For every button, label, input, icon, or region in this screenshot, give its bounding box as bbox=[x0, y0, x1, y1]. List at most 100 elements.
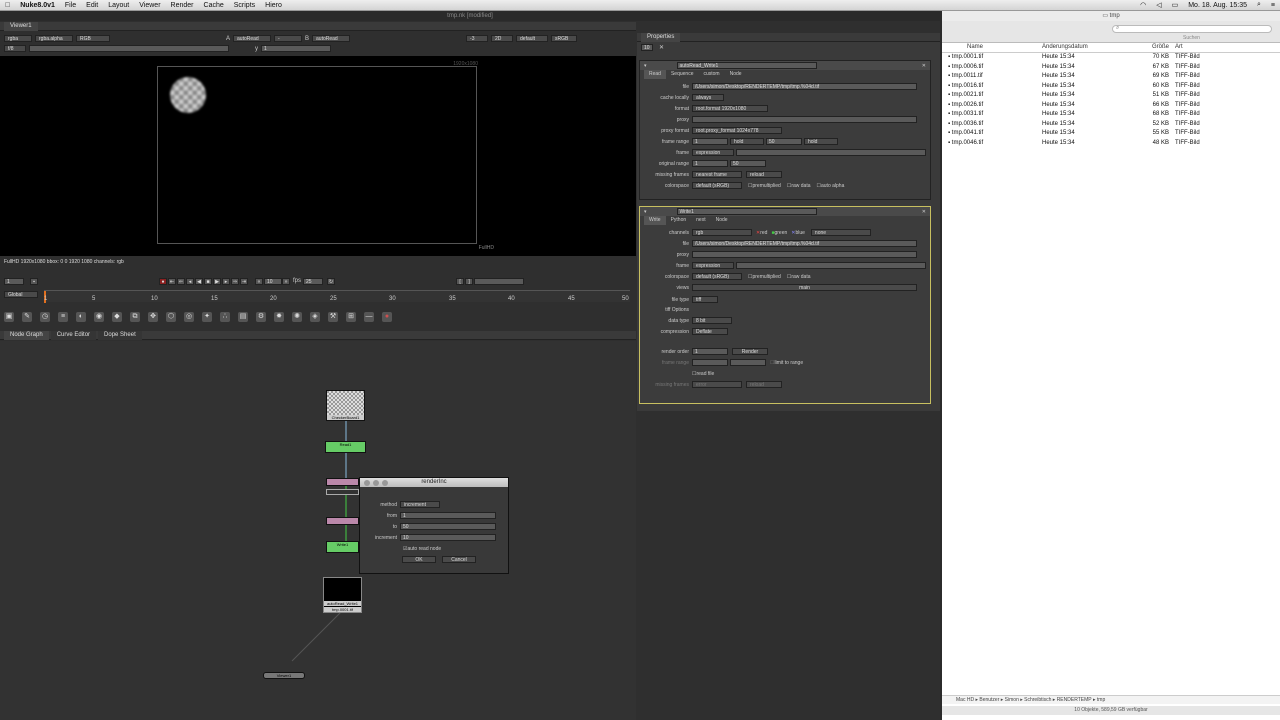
column-size[interactable]: Größe bbox=[1137, 44, 1175, 50]
render-button[interactable]: Render bbox=[732, 348, 768, 355]
lut-dropdown[interactable]: default bbox=[516, 35, 549, 42]
next-frame-icon[interactable]: ▸ bbox=[222, 277, 230, 285]
tab-node[interactable]: Node bbox=[711, 216, 733, 225]
after-dropdown[interactable]: hold bbox=[804, 138, 838, 145]
range-end-field[interactable]: 50 bbox=[766, 138, 802, 145]
render-order-field[interactable]: 1 bbox=[692, 348, 728, 355]
increment-field[interactable]: 10 bbox=[400, 534, 496, 541]
close-icon[interactable]: ✕ bbox=[922, 63, 926, 69]
loop-icon[interactable]: ↻ bbox=[327, 277, 336, 285]
file-type-dropdown[interactable]: tiff bbox=[692, 296, 718, 303]
frame-range-end-field[interactable] bbox=[730, 359, 766, 366]
proxy-format-dropdown[interactable]: root.proxy_format 1024x778 bbox=[692, 127, 782, 134]
before-dropdown[interactable]: hold bbox=[730, 138, 764, 145]
stop-icon[interactable]: ■ bbox=[204, 277, 212, 285]
transform-icon[interactable]: ✥ bbox=[148, 312, 158, 322]
tab-properties[interactable]: Properties bbox=[641, 32, 681, 42]
wifi-icon[interactable]: ◠ bbox=[1140, 1, 1146, 9]
b-input-dropdown[interactable]: autoRead bbox=[312, 35, 351, 42]
node-graph[interactable]: CheckerBoard1 Read1 Write1 autoRead_Writ… bbox=[0, 341, 636, 720]
read-node[interactable]: Read1 bbox=[325, 441, 366, 453]
plugins-icon[interactable]: ◈ bbox=[310, 312, 320, 322]
more-icon[interactable]: ⊞ bbox=[346, 312, 356, 322]
minimize-window-icon[interactable] bbox=[373, 480, 379, 486]
path-item[interactable]: Benutzer bbox=[979, 697, 999, 703]
timeline-track[interactable]: 1 5 10 15 20 25 30 35 40 45 50 bbox=[44, 290, 630, 303]
next-key-icon[interactable]: ⇒ bbox=[231, 277, 239, 285]
draw-icon[interactable]: ✎ bbox=[22, 312, 32, 322]
viewer-canvas[interactable]: 1920x1080 FullHD bbox=[0, 56, 636, 256]
other-icon[interactable]: ⚙ bbox=[256, 312, 266, 322]
time-icon[interactable]: ◷ bbox=[40, 312, 50, 322]
tab-viewer[interactable]: Viewer1 bbox=[4, 21, 38, 31]
close-window-icon[interactable] bbox=[364, 480, 370, 486]
frame-dropdown[interactable]: f/8 bbox=[4, 45, 26, 52]
alpha-dropdown[interactable]: rgba.alpha bbox=[35, 35, 73, 42]
particles-icon[interactable]: ∴ bbox=[220, 312, 230, 322]
tab-read[interactable]: Read bbox=[644, 70, 666, 79]
skip-forward-icon[interactable]: » bbox=[282, 277, 290, 285]
prev-frame-icon[interactable]: ◂ bbox=[186, 277, 194, 285]
play-back-icon[interactable]: ◀ bbox=[195, 277, 203, 285]
toolsets-icon[interactable]: ▤ bbox=[238, 312, 248, 322]
last-frame-icon[interactable]: ⇥ bbox=[240, 277, 248, 285]
viewer-scrub-field[interactable] bbox=[29, 45, 229, 52]
disabled-node[interactable] bbox=[326, 489, 359, 495]
apple-icon[interactable]:  bbox=[5, 2, 10, 9]
proxy-field[interactable] bbox=[692, 251, 917, 258]
views-icon[interactable]: ◎ bbox=[184, 312, 194, 322]
missing-frames-dropdown[interactable]: nearest frame bbox=[692, 171, 742, 178]
orig-end-field[interactable]: 50 bbox=[730, 160, 766, 167]
tab-custom[interactable]: custom bbox=[698, 70, 724, 79]
record-icon[interactable]: ● bbox=[159, 277, 167, 285]
write-file-field[interactable]: /Users/simon/Desktop/RENDERTEMP/tmp/tmp.… bbox=[692, 240, 917, 247]
missing-frames-dropdown[interactable]: error bbox=[692, 381, 742, 388]
search-input[interactable] bbox=[1112, 25, 1272, 33]
menu-cache[interactable]: Cache bbox=[204, 2, 224, 9]
node-pink-2[interactable] bbox=[326, 517, 359, 525]
menu-layout[interactable]: Layout bbox=[108, 2, 129, 9]
tab-node[interactable]: Node bbox=[725, 70, 747, 79]
file-row[interactable]: ▪ tmp.0046.tif Heute 15:34 48 KB TIFF-Bild bbox=[942, 138, 1280, 148]
column-kind[interactable]: Art bbox=[1175, 44, 1183, 50]
viewer-node[interactable]: Viewer1 bbox=[263, 672, 305, 679]
collapse-icon[interactable]: ▾ bbox=[644, 63, 647, 69]
to-field[interactable]: 50 bbox=[400, 523, 496, 530]
merge-icon[interactable]: ⧉ bbox=[130, 312, 140, 322]
file-row[interactable]: ▪ tmp.0006.tif Heute 15:34 67 KB TIFF-Bild bbox=[942, 62, 1280, 72]
read-node-name[interactable]: autoRead_Write1 bbox=[676, 62, 817, 69]
furnace-icon[interactable]: ✸ bbox=[274, 312, 284, 322]
range-start-field[interactable]: 1 bbox=[692, 138, 728, 145]
ok-button[interactable]: OK bbox=[402, 556, 436, 563]
metadata-icon[interactable]: ✦ bbox=[202, 312, 212, 322]
menu-edit[interactable]: Edit bbox=[86, 2, 98, 9]
menu-scripts[interactable]: Scripts bbox=[234, 2, 255, 9]
reload-button[interactable]: reload bbox=[746, 381, 782, 388]
file-row[interactable]: ▪ tmp.0026.tif Heute 15:34 66 KB TIFF-Bild bbox=[942, 100, 1280, 110]
volume-icon[interactable]: ◁ bbox=[1156, 1, 1161, 9]
clear-panels-icon[interactable]: ✕ bbox=[659, 44, 664, 51]
prev-key-icon[interactable]: ⇐ bbox=[177, 277, 185, 285]
colorspace-dropdown[interactable]: sRGB bbox=[551, 35, 578, 42]
app-menu[interactable]: Nuke8.0v1 bbox=[20, 2, 55, 9]
tab-write[interactable]: Write bbox=[644, 216, 666, 225]
cancel-button[interactable]: Cancel bbox=[442, 556, 476, 563]
frame-field[interactable] bbox=[736, 262, 926, 269]
tab-dope-sheet[interactable]: Dope Sheet bbox=[98, 330, 142, 340]
menu-hiero[interactable]: Hiero bbox=[265, 2, 282, 9]
menu-viewer[interactable]: Viewer bbox=[139, 2, 160, 9]
frame-mode-dropdown[interactable]: expression bbox=[692, 149, 734, 156]
frame-mode-dropdown[interactable]: expression bbox=[692, 262, 734, 269]
file-row[interactable]: ▪ tmp.0041.tif Heute 15:34 55 KB TIFF-Bild bbox=[942, 129, 1280, 139]
file-row[interactable]: ▪ tmp.0021.tif Heute 15:34 51 KB TIFF-Bild bbox=[942, 91, 1280, 101]
range-field[interactable] bbox=[474, 277, 525, 285]
keyer-icon[interactable]: ◆ bbox=[112, 312, 122, 322]
compression-dropdown[interactable]: Deflate bbox=[692, 328, 728, 335]
spotlight-icon[interactable]: ⌕ bbox=[1257, 1, 1261, 9]
path-item[interactable]: Mac HD bbox=[956, 697, 974, 703]
a-input-dropdown[interactable]: autoRead bbox=[233, 35, 272, 42]
notification-icon[interactable]: ≡ bbox=[1271, 2, 1275, 9]
in-point-icon[interactable]: [ bbox=[456, 277, 465, 285]
3d-icon[interactable]: ⬡ bbox=[166, 312, 176, 322]
path-item[interactable]: Simon bbox=[1005, 697, 1019, 703]
